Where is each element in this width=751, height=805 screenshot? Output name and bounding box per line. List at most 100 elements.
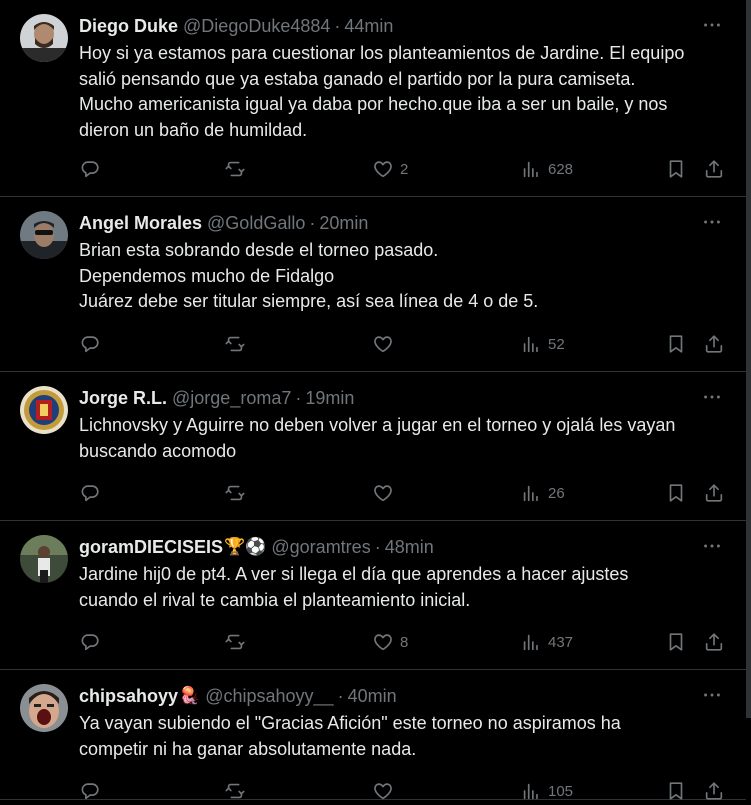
timestamp[interactable]: 44min [344, 16, 393, 37]
retweet-icon [224, 631, 246, 653]
views-icon [520, 780, 542, 802]
bookmark-icon [665, 631, 687, 653]
display-name[interactable]: goramDIECISEIS [79, 537, 223, 558]
bookmark-button[interactable] [665, 479, 687, 507]
view-count: 52 [548, 335, 565, 353]
reply-tweet[interactable]: Jorge R.L. @jorge_roma7 · 19min Lichnovs… [0, 372, 746, 521]
bookmark-button[interactable] [665, 155, 687, 183]
display-name[interactable]: Diego Duke [79, 16, 178, 37]
user-handle[interactable]: @GoldGallo [207, 213, 305, 234]
action-bar: 2 628 [79, 155, 729, 183]
reply-tweet[interactable]: Diego Duke @DiegoDuke4884 · 44min Hoy si… [0, 0, 746, 197]
bookmark-button[interactable] [665, 777, 687, 805]
like-button[interactable] [372, 479, 400, 507]
share-icon [703, 482, 725, 504]
like-button[interactable]: 2 [372, 155, 408, 183]
views-button[interactable]: 437 [520, 628, 573, 656]
retweet-button[interactable] [224, 777, 252, 805]
share-button[interactable] [703, 330, 725, 358]
action-bar: 52 [79, 330, 729, 358]
like-icon [372, 158, 394, 180]
views-button[interactable]: 628 [520, 155, 573, 183]
display-name[interactable]: chipsahoyy [79, 686, 178, 707]
reply-icon [79, 158, 101, 180]
retweet-button[interactable] [224, 479, 252, 507]
tweet-text: Jardine hij0 de pt4. A ver si llega el d… [79, 564, 629, 610]
retweet-button[interactable] [224, 155, 252, 183]
display-name[interactable]: Jorge R.L. [79, 388, 167, 409]
more-options-icon[interactable] [701, 14, 723, 36]
bookmark-button[interactable] [665, 628, 687, 656]
avatar[interactable] [20, 535, 68, 583]
avatar[interactable] [20, 14, 68, 62]
views-button[interactable]: 26 [520, 479, 565, 507]
tweet-text: Hoy si ya estamos para cuestionar los pl… [79, 43, 685, 140]
share-icon [703, 631, 725, 653]
avatar[interactable] [20, 211, 68, 259]
reply-tweet[interactable]: Angel Morales @GoldGallo · 20min Brian e… [0, 197, 746, 372]
avatar[interactable] [20, 386, 68, 434]
bookmark-button[interactable] [665, 330, 687, 358]
view-count: 26 [548, 484, 565, 502]
views-icon [520, 631, 542, 653]
views-button[interactable]: 52 [520, 330, 565, 358]
name-emoji: 🪼 [179, 686, 201, 705]
view-count: 105 [548, 782, 574, 800]
views-icon [520, 482, 542, 504]
reply-button[interactable] [79, 628, 107, 656]
share-icon [703, 780, 725, 802]
separator: · [337, 685, 344, 706]
retweet-button[interactable] [224, 628, 252, 656]
tweet-text: Ya vayan subiendo el "Gracias Afición" e… [79, 713, 621, 759]
views-icon [520, 333, 542, 355]
reply-button[interactable] [79, 155, 107, 183]
share-button[interactable] [703, 155, 725, 183]
timestamp[interactable]: 19min [305, 388, 354, 409]
reply-tweet[interactable]: chipsahoyy 🪼 @chipsahoyy__ · 40min Ya va… [0, 670, 746, 800]
more-options-icon[interactable] [701, 211, 723, 233]
user-handle[interactable]: @DiegoDuke4884 [183, 16, 330, 37]
like-button[interactable] [372, 330, 400, 358]
views-button[interactable]: 105 [520, 777, 573, 805]
more-options-icon[interactable] [701, 386, 723, 408]
bookmark-icon [665, 158, 687, 180]
like-icon [372, 482, 394, 504]
share-button[interactable] [703, 628, 725, 656]
reply-button[interactable] [79, 330, 107, 358]
share-button[interactable] [703, 479, 725, 507]
retweet-icon [224, 158, 246, 180]
scrollbar-track[interactable] [746, 0, 751, 718]
tweet-text: Lichnovsky y Aguirre no deben volver a j… [79, 415, 676, 461]
avatar[interactable] [20, 684, 68, 732]
user-handle[interactable]: @chipsahoyy__ [205, 686, 333, 707]
like-count: 2 [400, 160, 409, 178]
user-handle[interactable]: @goramtres [271, 537, 370, 558]
like-icon [372, 333, 394, 355]
timestamp[interactable]: 40min [348, 686, 397, 707]
view-count: 628 [548, 160, 574, 178]
action-bar: 105 [79, 777, 729, 805]
reply-icon [79, 333, 101, 355]
separator: · [334, 15, 341, 36]
separator: · [374, 536, 381, 557]
like-button[interactable]: 8 [372, 628, 408, 656]
display-name[interactable]: Angel Morales [79, 213, 202, 234]
reply-button[interactable] [79, 777, 107, 805]
more-options-icon[interactable] [701, 684, 723, 706]
separator: · [295, 387, 302, 408]
timestamp[interactable]: 20min [319, 213, 368, 234]
share-button[interactable] [703, 777, 725, 805]
reply-button[interactable] [79, 479, 107, 507]
views-icon [520, 158, 542, 180]
retweet-button[interactable] [224, 330, 252, 358]
timestamp[interactable]: 48min [385, 537, 434, 558]
more-options-icon[interactable] [701, 535, 723, 557]
share-icon [703, 158, 725, 180]
like-icon [372, 631, 394, 653]
reply-icon [79, 482, 101, 504]
like-count: 8 [400, 633, 409, 651]
user-handle[interactable]: @jorge_roma7 [172, 388, 291, 409]
like-button[interactable] [372, 777, 400, 805]
reply-tweet[interactable]: goramDIECISEIS 🏆⚽ @goramtres · 48min Jar… [0, 521, 746, 670]
tweet-header: Diego Duke @DiegoDuke4884 · 44min [79, 14, 393, 38]
